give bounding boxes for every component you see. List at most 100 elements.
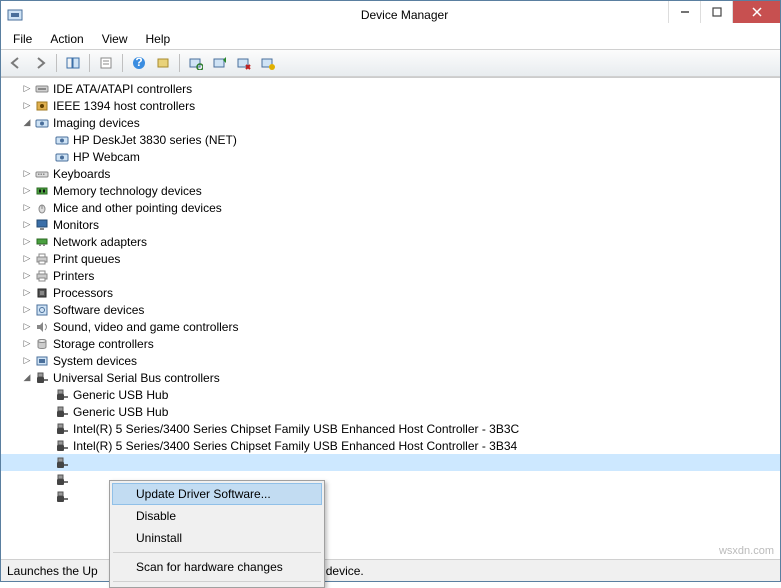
tree-category[interactable]: ▷Printers [1,267,780,284]
tree-device[interactable]: Generic USB Hub [1,386,780,403]
expand-icon[interactable]: ▷ [21,304,33,316]
forward-button[interactable] [29,52,51,74]
tree-category-label: Sound, video and game controllers [53,320,238,334]
usb-icon [54,455,70,471]
tree-category[interactable]: ▷ Mice and other pointing devices [1,199,780,216]
uninstall-button[interactable] [233,52,255,74]
tree-category-label: Software devices [53,303,144,317]
context-menu-update-driver[interactable]: Update Driver Software... [112,483,322,505]
tree-category-label: Network adapters [53,235,147,249]
back-button[interactable] [5,52,27,74]
toolbar-separator [56,54,57,72]
minimize-button[interactable] [668,1,700,23]
close-button[interactable] [732,1,780,23]
expand-icon[interactable]: ▷ [21,168,33,180]
kbd-icon [34,166,50,182]
usb-icon [34,370,50,386]
tree-category-label: Memory technology devices [53,184,202,198]
toolbar: ? [1,49,780,77]
context-menu-scan-hardware[interactable]: Scan for hardware changes [112,556,322,578]
tree-device[interactable]: Intel(R) 5 Series/3400 Series Chipset Fa… [1,437,780,454]
context-menu-uninstall[interactable]: Uninstall [112,527,322,549]
tree-category[interactable]: ▷ Print queues [1,250,780,267]
scan-hardware-button[interactable] [185,52,207,74]
tree-category-label: IEEE 1394 host controllers [53,99,195,113]
expand-icon[interactable]: ▷ [21,83,33,95]
usb-icon [54,472,70,488]
ieee-icon [34,98,50,114]
menu-action[interactable]: Action [42,30,91,48]
tree-category[interactable]: ▷ System devices [1,352,780,369]
action-button-1[interactable] [152,52,174,74]
sound-icon [34,319,50,335]
tree-category[interactable]: ◢ Universal Serial Bus controllers [1,369,780,386]
expand-icon[interactable]: ▷ [21,219,33,231]
disable-button[interactable] [257,52,279,74]
usb-icon [54,387,70,403]
tree-category[interactable]: ▷ Memory technology devices [1,182,780,199]
expand-icon[interactable]: ▷ [21,202,33,214]
watermark: wsxdn.com [719,545,774,557]
tree-category-label: System devices [53,354,137,368]
collapse-icon[interactable]: ◢ [21,372,33,384]
tree-device[interactable] [1,454,780,471]
expand-icon[interactable]: ▷ [21,321,33,333]
context-menu: Update Driver Software... Disable Uninst… [109,480,325,588]
tree-device-label: Intel(R) 5 Series/3400 Series Chipset Fa… [73,422,519,436]
ide-icon [34,81,50,97]
tree-category[interactable]: ▷Storage controllers [1,335,780,352]
svg-text:?: ? [135,56,142,69]
tree-device[interactable]: HP Webcam [1,148,780,165]
net-icon [34,234,50,250]
expand-icon[interactable]: ▷ [21,270,33,282]
expand-icon[interactable]: ▷ [21,338,33,350]
tree-device[interactable]: Generic USB Hub [1,403,780,420]
tree-device-label: Generic USB Hub [73,405,168,419]
tree-category[interactable]: ◢ Imaging devices [1,114,780,131]
maximize-button[interactable] [700,1,732,23]
window-controls [668,1,780,23]
imaging-icon [34,115,50,131]
tree-category[interactable]: ▷Keyboards [1,165,780,182]
expand-icon[interactable]: ▷ [21,355,33,367]
expand-icon[interactable]: ▷ [21,287,33,299]
context-menu-disable[interactable]: Disable [112,505,322,527]
tree-category[interactable]: ▷ Sound, video and game controllers [1,318,780,335]
collapse-icon[interactable]: ◢ [21,117,33,129]
tree-category-label: Universal Serial Bus controllers [53,371,220,385]
show-hide-console-button[interactable] [62,52,84,74]
mouse-icon [34,200,50,216]
tree-device[interactable]: Intel(R) 5 Series/3400 Series Chipset Fa… [1,420,780,437]
tree-device-label: Generic USB Hub [73,388,168,402]
toolbar-separator [89,54,90,72]
monitor-icon [34,217,50,233]
usb-icon [54,438,70,454]
print-icon [34,251,50,267]
expand-icon[interactable]: ▷ [21,253,33,265]
tree-category-label: Print queues [53,252,120,266]
tree-device[interactable]: HP DeskJet 3830 series (NET) [1,131,780,148]
menu-file[interactable]: File [5,30,40,48]
context-menu-separator [113,552,321,553]
tree-category[interactable]: ▷Processors [1,284,780,301]
expand-icon[interactable]: ▷ [21,185,33,197]
menu-view[interactable]: View [94,30,136,48]
tree-category-label: Mice and other pointing devices [53,201,222,215]
usb-icon [54,404,70,420]
help-button[interactable]: ? [128,52,150,74]
cpu-icon [34,285,50,301]
tree-category-label: Imaging devices [53,116,140,130]
tree-category[interactable]: ▷ Software devices [1,301,780,318]
expand-icon[interactable]: ▷ [21,100,33,112]
tree-category[interactable]: ▷Monitors [1,216,780,233]
expand-icon[interactable]: ▷ [21,236,33,248]
tree-category[interactable]: ▷ IEEE 1394 host controllers [1,97,780,114]
tree-category[interactable]: ▷IDE ATA/ATAPI controllers [1,80,780,97]
menu-help[interactable]: Help [138,30,179,48]
update-driver-button[interactable] [209,52,231,74]
storage-icon [34,336,50,352]
properties-button[interactable] [95,52,117,74]
title-bar: Device Manager [1,1,780,29]
tree-category[interactable]: ▷ Network adapters [1,233,780,250]
sw-icon [34,302,50,318]
